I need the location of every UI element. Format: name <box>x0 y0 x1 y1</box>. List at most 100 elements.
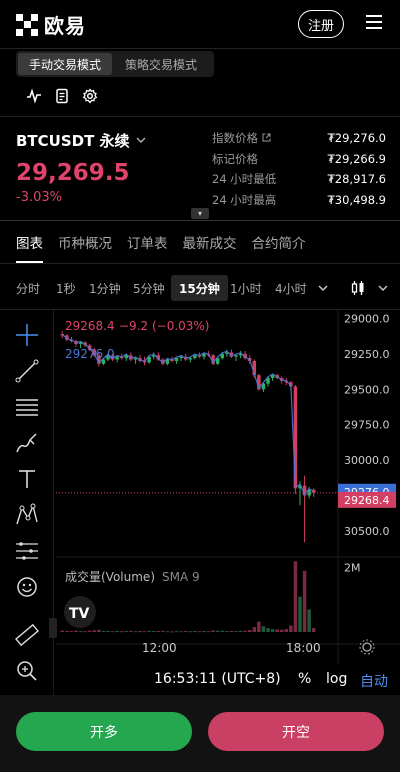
tab-coin-overview[interactable]: 币种概况 <box>58 221 112 263</box>
document-icon[interactable] <box>54 88 70 104</box>
volume-bar <box>174 631 179 633</box>
volume-bar <box>279 629 284 632</box>
volume-bar <box>311 628 316 632</box>
top-header: 欧易 注册 <box>0 0 400 48</box>
external-link-icon <box>262 133 271 142</box>
volume-bar <box>151 631 156 633</box>
candle-body <box>193 355 197 359</box>
candle-type-icon[interactable] <box>350 275 366 301</box>
interval-option[interactable]: 1分钟 <box>89 275 121 301</box>
toolbar-icons <box>26 88 98 104</box>
candle-body <box>174 358 179 361</box>
instrument-selector[interactable]: BTCUSDT 永续 <box>16 130 146 151</box>
candle-type-chevron-icon[interactable] <box>378 275 388 301</box>
tab-order-book[interactable]: 订单表 <box>127 221 168 263</box>
volume-bar <box>65 630 69 632</box>
index-price-label[interactable]: 指数价格 <box>212 130 271 146</box>
strategy-mode-tab[interactable]: 策略交易模式 <box>112 53 210 75</box>
tab-chart[interactable]: 图表 <box>16 221 43 263</box>
volume-bar <box>161 630 165 632</box>
manual-mode-tab[interactable]: 手动交易模式 <box>18 53 112 75</box>
volume-bar <box>78 631 83 633</box>
volume-bar <box>261 626 266 632</box>
volume-bar <box>202 631 206 633</box>
volume-indicator-label: 成交量(Volume) <box>65 569 155 584</box>
y-tick-label: 29750.0 <box>344 419 390 432</box>
y-tick-label: 30000.0 <box>344 454 390 467</box>
more-intervals-chevron-icon[interactable] <box>318 275 328 301</box>
index-line-label: 29276.0 <box>65 347 115 361</box>
volume-bar <box>206 631 211 633</box>
logo-mark-icon <box>16 13 38 36</box>
percent-scale-toggle[interactable]: % <box>298 671 311 687</box>
volume-bar <box>266 628 270 632</box>
candlestick-chart[interactable]: 30500.030250.030000.029750.029500.029250… <box>0 310 400 665</box>
volume-bar <box>188 631 193 633</box>
volume-bar <box>129 630 133 632</box>
index-price-value: ₮29,276.0 <box>327 131 386 146</box>
volume-tick-label: 2M <box>344 562 361 575</box>
interval-option[interactable]: 1小时 <box>230 275 262 301</box>
volume-bar <box>83 631 87 633</box>
volume-bar <box>133 631 138 633</box>
gear-icon-teeth <box>359 639 375 655</box>
interval-option[interactable]: 1秒 <box>56 275 76 301</box>
instrument-name: BTCUSDT 永续 <box>16 132 130 150</box>
open-long-button[interactable]: 开多 <box>16 712 192 751</box>
interval-option[interactable]: 4小时 <box>275 275 307 301</box>
volume-bar <box>69 631 74 633</box>
interval-option-selected[interactable]: 15分钟 <box>171 275 228 301</box>
tradingview-logo-icon[interactable]: TV <box>64 596 96 628</box>
svg-text:TV: TV <box>69 606 90 622</box>
last-price-tag-label: 29268.4 <box>344 494 390 507</box>
chart-settings-gear-icon[interactable] <box>359 639 375 655</box>
volume-bar <box>284 629 289 632</box>
okx-logo[interactable]: 欧易 <box>16 10 86 39</box>
volume-bar <box>170 631 174 633</box>
hamburger-menu-icon[interactable] <box>366 15 382 29</box>
volume-bar <box>197 631 202 633</box>
volume-bar <box>138 631 142 633</box>
tabs-divider <box>0 263 400 264</box>
logo-text: 欧易 <box>44 14 86 38</box>
volume-bar <box>147 630 151 632</box>
chevron-down-icon <box>136 134 146 147</box>
volume-bar <box>106 631 110 633</box>
stat-row: 指数价格 ₮29,276.0 <box>212 128 386 149</box>
register-button[interactable]: 注册 <box>298 10 344 38</box>
auto-scale-toggle[interactable]: 自动 <box>360 671 388 691</box>
main-tabs: 图表 币种概况 订单表 最新成交 合约简介 <box>0 221 400 263</box>
volume-bar <box>289 625 293 632</box>
volume-bar <box>243 630 247 632</box>
open-short-button[interactable]: 开空 <box>208 712 384 751</box>
tab-latest-trades[interactable]: 最新成交 <box>183 221 237 263</box>
volume-bar <box>220 630 225 632</box>
volume-bar <box>257 621 261 632</box>
gear-icon[interactable] <box>82 88 98 104</box>
volume-bar <box>238 630 243 632</box>
expand-chevron-icon[interactable]: ▾ <box>191 208 209 219</box>
y-tick-label: 30500.0 <box>344 525 390 538</box>
volume-bar <box>229 630 234 632</box>
volume-bar <box>179 631 183 633</box>
chart-clock: 16:53:11 (UTC+8) <box>154 671 281 687</box>
toolbar-divider <box>0 116 400 117</box>
volume-bar <box>74 630 78 632</box>
mark-price-value: ₮29,266.9 <box>327 151 386 166</box>
chart-footer: 16:53:11 (UTC+8) % log 自动 <box>56 665 400 695</box>
volume-bar <box>156 631 161 633</box>
interval-option[interactable]: 5分钟 <box>133 275 165 301</box>
tab-contract-info[interactable]: 合约简介 <box>252 221 306 263</box>
interval-option[interactable]: 分时 <box>16 275 40 301</box>
y-tick-label: 29000.0 <box>344 312 390 325</box>
low-24h-label: 24 小时最低 <box>212 172 277 187</box>
log-scale-toggle[interactable]: log <box>326 671 347 687</box>
volume-bar <box>211 630 215 632</box>
volume-bar <box>119 631 124 633</box>
volume-bar <box>270 629 275 632</box>
volume-bar <box>234 631 238 633</box>
ohlc-change-label: −9.2 (−0.03%) <box>119 319 210 333</box>
volume-bar <box>124 631 129 633</box>
pulse-icon[interactable] <box>26 88 42 104</box>
stat-row: 24 小时最高 ₮30,498.9 <box>212 190 386 211</box>
